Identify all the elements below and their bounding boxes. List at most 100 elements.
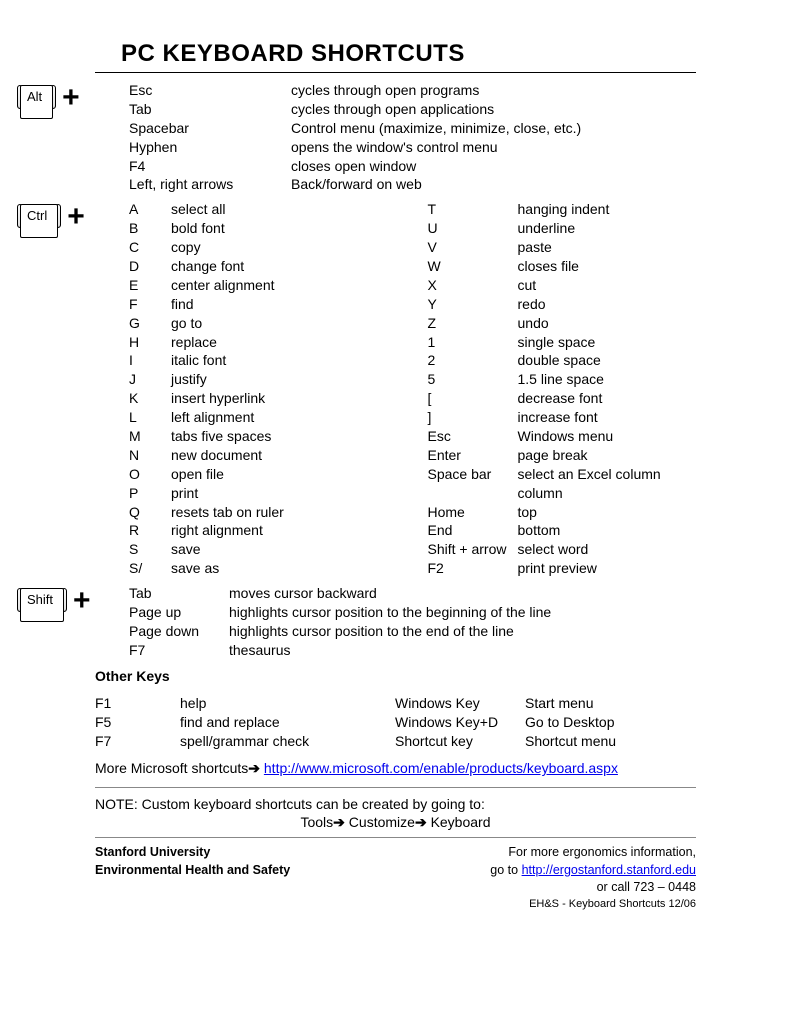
- table-row: Rright alignment: [129, 521, 398, 540]
- shortcut-key: C: [129, 238, 171, 257]
- shortcut-key: T: [428, 200, 518, 219]
- table-row: F1help: [95, 694, 395, 713]
- table-row: Aselect all: [129, 200, 398, 219]
- shortcut-desc: 1.5 line space: [518, 370, 697, 389]
- shortcut-key: 1: [428, 333, 518, 352]
- shortcut-desc: save: [171, 540, 398, 559]
- shortcut-desc: Back/forward on web: [291, 175, 696, 194]
- table-row: F7thesaurus: [129, 641, 696, 660]
- shortcut-desc: cut: [518, 276, 697, 295]
- table-row: Lleft alignment: [129, 408, 398, 427]
- table-row: Ccopy: [129, 238, 398, 257]
- shortcut-desc: increase font: [518, 408, 697, 427]
- shortcut-key: [: [428, 389, 518, 408]
- table-row: 51.5 line space: [428, 370, 697, 389]
- note-line: NOTE: Custom keyboard shortcuts can be c…: [95, 796, 696, 812]
- shortcut-key: 2: [428, 351, 518, 370]
- shortcut-desc: bottom: [518, 521, 697, 540]
- shortcut-desc: right alignment: [171, 521, 398, 540]
- table-row: Page uphighlights cursor position to the…: [129, 603, 696, 622]
- shortcut-key: Y: [428, 295, 518, 314]
- shortcut-desc: page break: [518, 446, 697, 465]
- shortcut-key: P: [129, 484, 171, 503]
- table-row: Hreplace: [129, 333, 398, 352]
- shortcut-key: Enter: [428, 446, 518, 465]
- shortcut-desc: redo: [518, 295, 697, 314]
- shortcut-desc: left alignment: [171, 408, 398, 427]
- ctrl-section: Ctrl + Aselect allBbold fontCcopyDchange…: [95, 200, 696, 578]
- table-row: EscWindows menu: [428, 427, 697, 446]
- table-row: [decrease font: [428, 389, 697, 408]
- shortcut-desc: Control menu (maximize, minimize, close,…: [291, 119, 696, 138]
- shortcut-key: N: [129, 446, 171, 465]
- shortcut-key: Windows Key+D: [395, 713, 525, 732]
- shortcut-key: F5: [95, 713, 180, 732]
- table-row: Endbottom: [428, 521, 697, 540]
- shortcut-key: D: [129, 257, 171, 276]
- shortcut-key: J: [129, 370, 171, 389]
- table-row: Qresets tab on ruler: [129, 503, 398, 522]
- shortcut-desc: cycles through open applications: [291, 100, 696, 119]
- shortcut-key: S: [129, 540, 171, 559]
- shortcut-desc: center alignment: [171, 276, 398, 295]
- footer-doc-id: EH&S - Keyboard Shortcuts 12/06: [490, 897, 696, 912]
- table-row: Xcut: [428, 276, 697, 295]
- shortcut-key: Hyphen: [129, 138, 291, 157]
- shortcut-desc: select all: [171, 200, 398, 219]
- shortcut-desc: paste: [518, 238, 697, 257]
- shortcut-key: S/: [129, 559, 171, 578]
- shortcut-key: Page up: [129, 603, 229, 622]
- shortcut-desc: top: [518, 503, 697, 522]
- shortcut-desc: single space: [518, 333, 697, 352]
- shortcut-desc: cycles through open programs: [291, 81, 696, 100]
- shortcut-key: Esc: [129, 81, 291, 100]
- shortcut-key: I: [129, 351, 171, 370]
- shortcut-key: F4: [129, 157, 291, 176]
- table-row: Wcloses file: [428, 257, 697, 276]
- table-row: Ggo to: [129, 314, 398, 333]
- shortcut-key: F7: [95, 732, 180, 751]
- table-row: Left, right arrowsBack/forward on web: [129, 175, 696, 194]
- shortcut-desc: new document: [171, 446, 398, 465]
- shortcut-key: V: [428, 238, 518, 257]
- shortcut-desc: thesaurus: [229, 641, 696, 660]
- table-row: Ffind: [129, 295, 398, 314]
- table-row: Bbold font: [129, 219, 398, 238]
- table-row: Oopen file: [129, 465, 398, 484]
- table-row: Mtabs five spaces: [129, 427, 398, 446]
- shortcut-desc: italic font: [171, 351, 398, 370]
- divider: [95, 837, 696, 838]
- table-row: F4closes open window: [129, 157, 696, 176]
- footer-org2: Environmental Health and Safety: [95, 862, 290, 880]
- ctrl-keycap: Ctrl: [17, 204, 61, 228]
- page-title: PC KEYBOARD SHORTCUTS: [121, 40, 696, 68]
- table-row: 2double space: [428, 351, 697, 370]
- table-row: Tabmoves cursor backward: [129, 584, 696, 603]
- microsoft-link[interactable]: http://www.microsoft.com/enable/products…: [264, 760, 618, 776]
- table-row: Yredo: [428, 295, 697, 314]
- table-row: F5find and replace: [95, 713, 395, 732]
- footer: Stanford University Environmental Health…: [95, 844, 696, 912]
- shortcut-key: H: [129, 333, 171, 352]
- shortcut-desc: find: [171, 295, 398, 314]
- table-row: Hometop: [428, 503, 697, 522]
- table-row: Jjustify: [129, 370, 398, 389]
- plus-icon: +: [73, 586, 91, 616]
- shortcut-desc: change font: [171, 257, 398, 276]
- table-row: Space barselect an Excel column column: [428, 465, 697, 503]
- shortcut-key: U: [428, 219, 518, 238]
- shortcut-key: A: [129, 200, 171, 219]
- shortcut-key: Home: [428, 503, 518, 522]
- shortcut-key: K: [129, 389, 171, 408]
- plus-icon: +: [62, 83, 80, 113]
- shortcut-key: Q: [129, 503, 171, 522]
- ergo-link[interactable]: http://ergostanford.stanford.edu: [522, 863, 696, 877]
- title-rule: [95, 72, 696, 73]
- table-row: S/save as: [129, 559, 398, 578]
- shift-keycap: Shift: [17, 588, 67, 612]
- table-row: Windows Key+DGo to Desktop: [395, 713, 696, 732]
- shortcut-desc: hanging indent: [518, 200, 697, 219]
- shortcut-desc: double space: [518, 351, 697, 370]
- shortcut-key: Page down: [129, 622, 229, 641]
- shortcut-desc: Start menu: [525, 694, 593, 713]
